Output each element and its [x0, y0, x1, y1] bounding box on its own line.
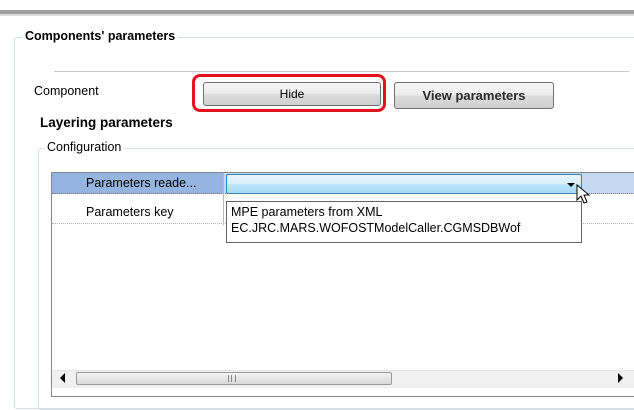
column-divider[interactable]	[223, 173, 224, 225]
separator-line	[54, 71, 629, 73]
property-name-parameters-key[interactable]: Parameters key	[86, 205, 174, 219]
scroll-right-arrow-icon[interactable]	[618, 373, 623, 383]
layering-parameters-title: Layering parameters	[40, 115, 173, 130]
window-top-border	[0, 0, 634, 16]
view-parameters-button[interactable]: View parameters	[394, 82, 554, 109]
component-label: Component	[34, 84, 99, 98]
hide-button[interactable]: Hide	[203, 82, 381, 106]
parameters-reader-combobox[interactable]	[226, 174, 582, 194]
configuration-title: Configuration	[44, 140, 125, 154]
property-name-parameters-reader[interactable]: Parameters reade...	[86, 176, 196, 190]
dropdown-option[interactable]: EC.JRC.MARS.WOFOSTModelCaller.CGMSDBWof	[231, 221, 520, 235]
parameters-reader-dropdown-list[interactable]: MPE parameters from XML EC.JRC.MARS.WOFO…	[226, 201, 582, 243]
mouse-cursor-icon	[576, 184, 591, 204]
components-parameters-title: Components' parameters	[22, 29, 179, 43]
scroll-grip-icon	[228, 375, 236, 382]
chevron-down-icon[interactable]	[567, 183, 575, 187]
scroll-left-arrow-icon[interactable]	[60, 373, 65, 383]
dropdown-option[interactable]: MPE parameters from XML	[231, 205, 382, 219]
